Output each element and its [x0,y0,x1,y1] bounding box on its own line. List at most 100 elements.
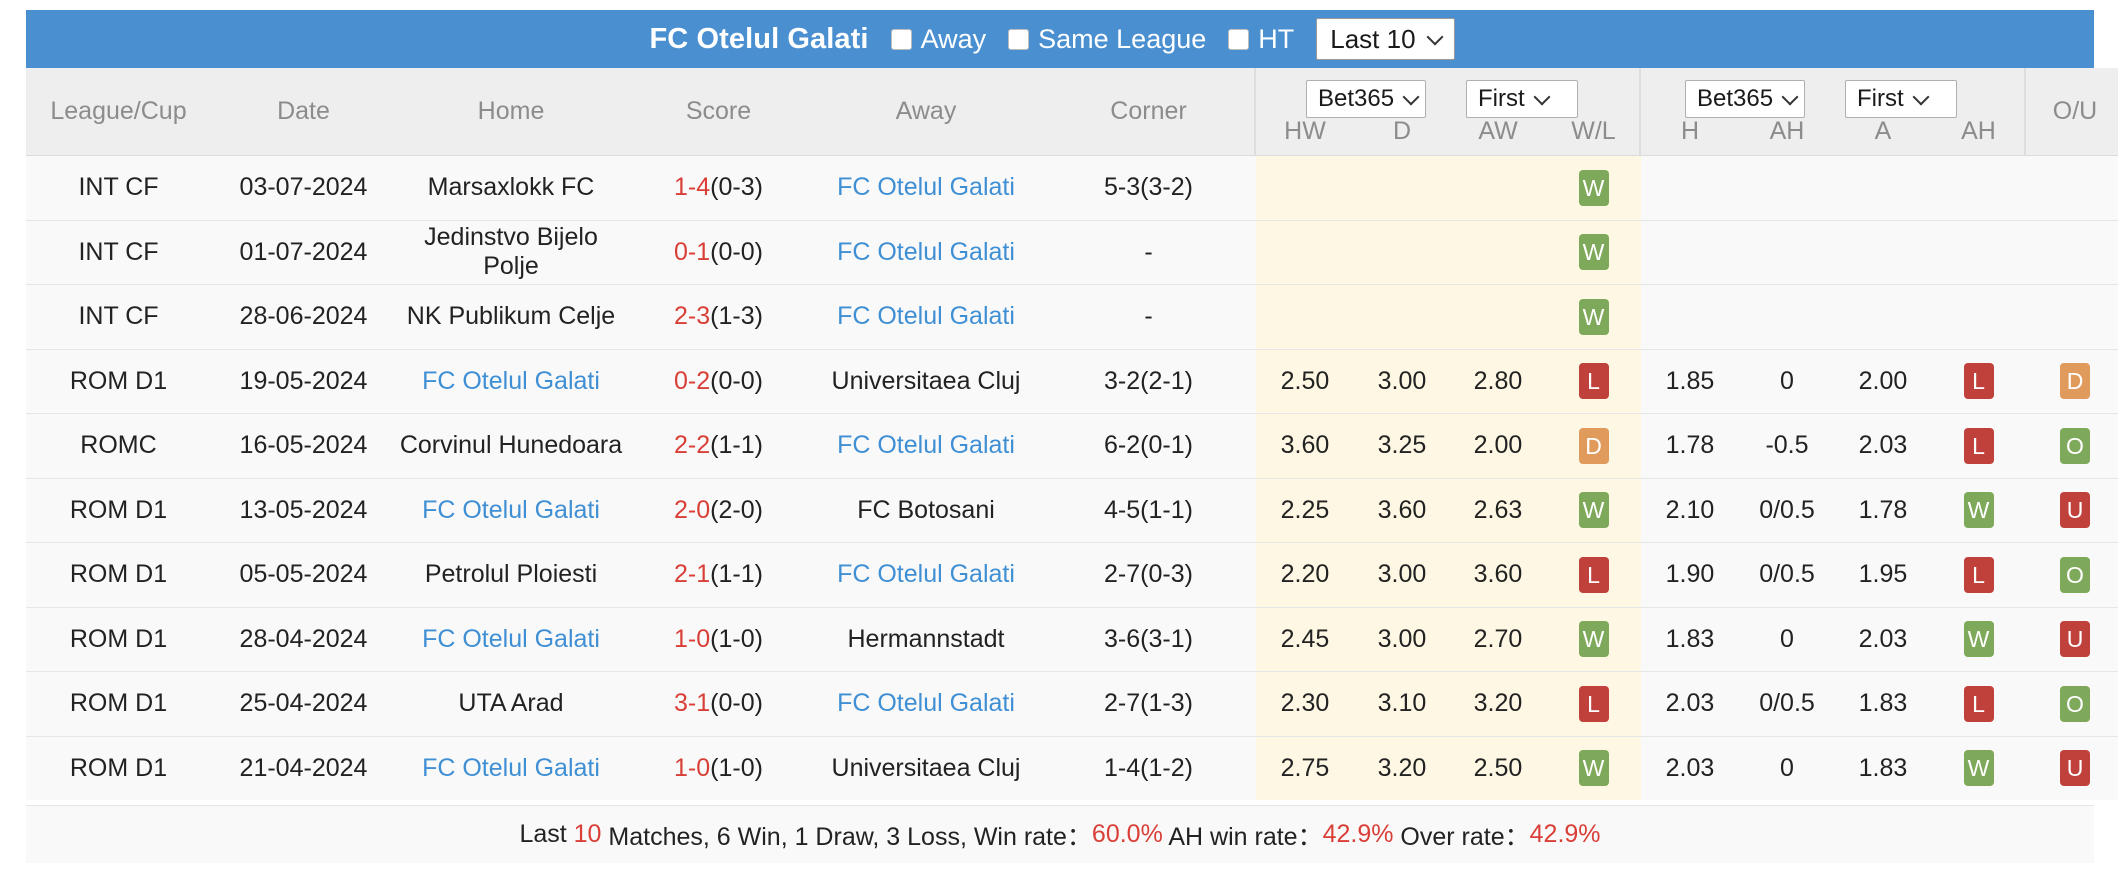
cell-wl: D [1546,413,1641,478]
chevron-down-icon [1914,89,1929,104]
period-1x2-value: First [1478,85,1525,112]
cell-h: 2.03 [1641,671,1739,736]
away-team-name[interactable]: FC Otelul Galati [837,302,1015,330]
cell-ou [2026,284,2118,349]
away-team-name[interactable]: FC Otelul Galati [837,431,1015,459]
cell-away: FC Otelul Galati [811,671,1041,736]
cell-hw [1256,219,1354,285]
cell-a [1835,155,1931,220]
checkbox-ht[interactable] [1228,28,1250,50]
result-badge-d: D [2060,363,2090,400]
cell-home: Corvinul Hunedoara [396,413,626,478]
result-badge-w: W [1578,234,1609,271]
table-row[interactable]: INT CF 03-07-2024 Marsaxlokk FC 1-4(0-3) FC … [26,155,2118,220]
range-select[interactable]: Last 10 [1316,18,1455,60]
home-team-name[interactable]: FC Otelul Galati [422,367,600,395]
cell-wl: W [1546,155,1641,220]
period-ah-select[interactable]: First [1845,80,1957,118]
away-team-name[interactable]: FC Otelul Galati [837,238,1015,266]
cell-score: 1-0(1-0) [626,735,811,800]
cell-away: FC Otelul Galati [811,542,1041,607]
cell-h: 1.78 [1641,413,1739,478]
table-row[interactable]: ROM D1 05-05-2024 Petrolul Ploiesti 2-1(1-1… [26,542,2118,607]
table-row[interactable]: INT CF 01-07-2024 Jedinstvo Bijelo Polje 0-… [26,219,2118,285]
bookmaker-1x2-select[interactable]: Bet365 [1306,80,1426,118]
cell-d: 3.25 [1354,413,1450,478]
result-badge-w: W [1578,492,1609,529]
period-1x2-select[interactable]: First [1466,80,1578,118]
cell-hw [1256,155,1354,220]
away-team-name[interactable]: FC Otelul Galati [837,173,1015,201]
cell-ou [2026,219,2118,285]
cell-hw: 2.20 [1256,542,1354,607]
chevron-down-icon [1428,29,1443,44]
cell-a [1835,284,1931,349]
cell-home: FC Otelul Galati [396,348,626,414]
summary-win-rate: 60.0% [1091,820,1163,848]
bookmaker-ah-select[interactable]: Bet365 [1685,80,1805,118]
filter-same-league[interactable]: Same League [1008,24,1206,55]
score-ht: (1-1) [710,560,763,589]
result-badge-o: O [2060,685,2090,722]
result-badge-w: W [1963,750,1994,787]
cell-aw: 2.63 [1450,477,1546,543]
cell-wl: W [1546,606,1641,672]
table-row[interactable]: ROM D1 19-05-2024 FC Otelul Galati 0-2(0-0)… [26,348,2118,414]
cell-date: 16-05-2024 [211,413,396,478]
table-row[interactable]: ROM D1 13-05-2024 FC Otelul Galati 2-0(2-0)… [26,477,2118,543]
cell-aw: 2.50 [1450,735,1546,800]
cell-d [1354,284,1450,349]
away-team-name: Hermannstadt [847,624,1005,653]
cell-away: Universitaea Cluj [811,735,1041,800]
cell-ou: U [2026,606,2118,672]
away-team-name[interactable]: FC Otelul Galati [837,560,1015,588]
cell-away: FC Otelul Galati [811,219,1041,285]
home-team-name[interactable]: FC Otelul Galati [422,625,600,653]
cell-ah-line [1739,155,1835,220]
cell-league: ROM D1 [26,542,211,607]
cell-ah-line: 0/0.5 [1739,671,1835,736]
result-badge-d: D [1578,427,1609,464]
filter-away[interactable]: Away [890,24,986,55]
cell-date: 25-04-2024 [211,671,396,736]
home-team-name: UTA Arad [458,689,564,718]
score-ft: 3-1 [674,689,711,718]
filter-same-league-label: Same League [1038,23,1207,54]
cell-aw: 2.80 [1450,348,1546,414]
score-ht: (0-3) [710,173,763,202]
cell-corner: 5-3(3-2) [1041,155,1256,220]
cell-wl: W [1546,735,1641,800]
cell-h: 2.03 [1641,735,1739,800]
cell-score: 1-4(0-3) [626,155,811,220]
home-team-name[interactable]: FC Otelul Galati [422,496,600,524]
checkbox-same-league[interactable] [1008,28,1030,50]
cell-away: FC Otelul Galati [811,284,1041,349]
cell-date: 28-06-2024 [211,284,396,349]
table-row[interactable]: ROM D1 21-04-2024 FC Otelul Galati 1-0(1-0)… [26,735,2118,800]
home-team-name: Marsaxlokk FC [427,173,595,202]
cell-wl: L [1546,348,1641,414]
match-history-table: League/Cup Date Home Score Away Corner H… [26,68,2118,800]
table-body: INT CF 03-07-2024 Marsaxlokk FC 1-4(0-3) FC … [26,155,2118,800]
result-badge-w: W [1578,298,1609,335]
checkbox-away[interactable] [890,28,912,50]
table-row[interactable]: INT CF 28-06-2024 NK Publikum Celje 2-3(1-3… [26,284,2118,349]
cell-ah-result: L [1931,413,2026,478]
match-history-panel: FC Otelul Galati Away Same League HT Las… [0,0,2118,874]
table-row[interactable]: ROM D1 25-04-2024 UTA Arad 3-1(0-0) FC Otelu… [26,671,2118,736]
result-badge-l: L [1578,556,1609,593]
home-team-name[interactable]: FC Otelul Galati [422,754,600,782]
table-row[interactable]: ROM D1 28-04-2024 FC Otelul Galati 1-0(1-0)… [26,606,2118,672]
away-team-name[interactable]: FC Otelul Galati [837,689,1015,717]
table-row[interactable]: ROMC 16-05-2024 Corvinul Hunedoara 2-2(1-1)… [26,413,2118,478]
score-ht: (0-0) [710,366,763,395]
cell-aw [1450,284,1546,349]
cell-league: ROM D1 [26,477,211,543]
filter-ht[interactable]: HT [1228,24,1294,55]
cell-home: FC Otelul Galati [396,606,626,672]
chevron-down-icon [1535,89,1550,104]
home-team-name: Petrolul Ploiesti [424,560,598,589]
cell-corner: 2-7(1-3) [1041,671,1256,736]
cell-ah-line [1739,284,1835,349]
cell-d: 3.00 [1354,348,1450,414]
